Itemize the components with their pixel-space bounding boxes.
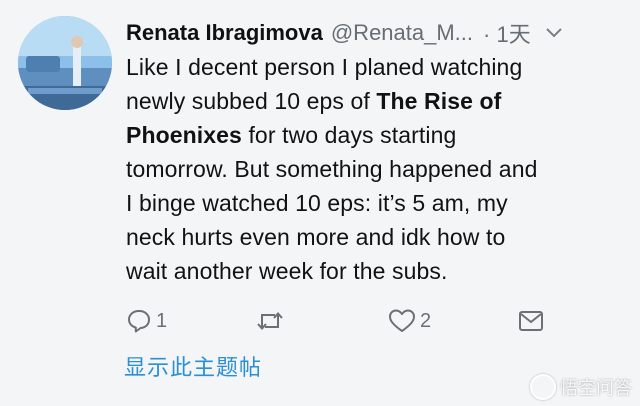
tweet-text-line: Like I decent person I planed watching (126, 54, 523, 80)
reply-count: 1 (156, 309, 168, 332)
avatar-image (18, 16, 112, 110)
reply-button[interactable]: 1 (126, 306, 167, 336)
retweet-icon (256, 308, 284, 334)
tweet-timestamp[interactable]: · 1天 (483, 17, 531, 49)
tweet-text-line: newly subbed 10 eps of The Rise of (126, 88, 502, 114)
chevron-down-icon[interactable] (543, 22, 565, 44)
retweet-button[interactable] (256, 306, 288, 336)
tweet-text-line: neck hurts even more and idk how to (126, 224, 506, 250)
tweet-header: Renata Ibragimova @Renata_M... · 1天 (126, 16, 626, 50)
watermark-text: 悟空问答 (560, 378, 632, 399)
wukong-logo-icon (530, 374, 556, 400)
direct-message-button[interactable] (518, 306, 548, 336)
envelope-icon (518, 309, 544, 333)
reply-icon (126, 308, 152, 334)
watermark: 悟空问答 (530, 374, 632, 400)
tweet-text-line: I binge watched 10 eps: it’s 5 am, my (126, 190, 508, 216)
author-handle[interactable]: @Renata_M... (331, 20, 473, 46)
heart-icon (388, 308, 416, 334)
author-name[interactable]: Renata Ibragimova (126, 20, 323, 46)
like-count: 2 (420, 309, 432, 332)
tweet-card[interactable]: Renata Ibragimova @Renata_M... · 1天 Like… (0, 0, 640, 406)
avatar[interactable] (18, 16, 112, 110)
tweet-text: Like I decent person I planed watching n… (126, 50, 626, 288)
show-thread-link[interactable]: 显示此主题帖 (124, 350, 262, 382)
tweet-text-line: Phoenixes for two days starting (126, 122, 457, 148)
tweet-text-line: tomorrow. But something happened and (126, 156, 538, 182)
tweet-text-line: wait another week for the subs. (126, 258, 448, 284)
tweet-actions: 1 2 (126, 306, 616, 336)
like-button[interactable]: 2 (388, 306, 431, 336)
